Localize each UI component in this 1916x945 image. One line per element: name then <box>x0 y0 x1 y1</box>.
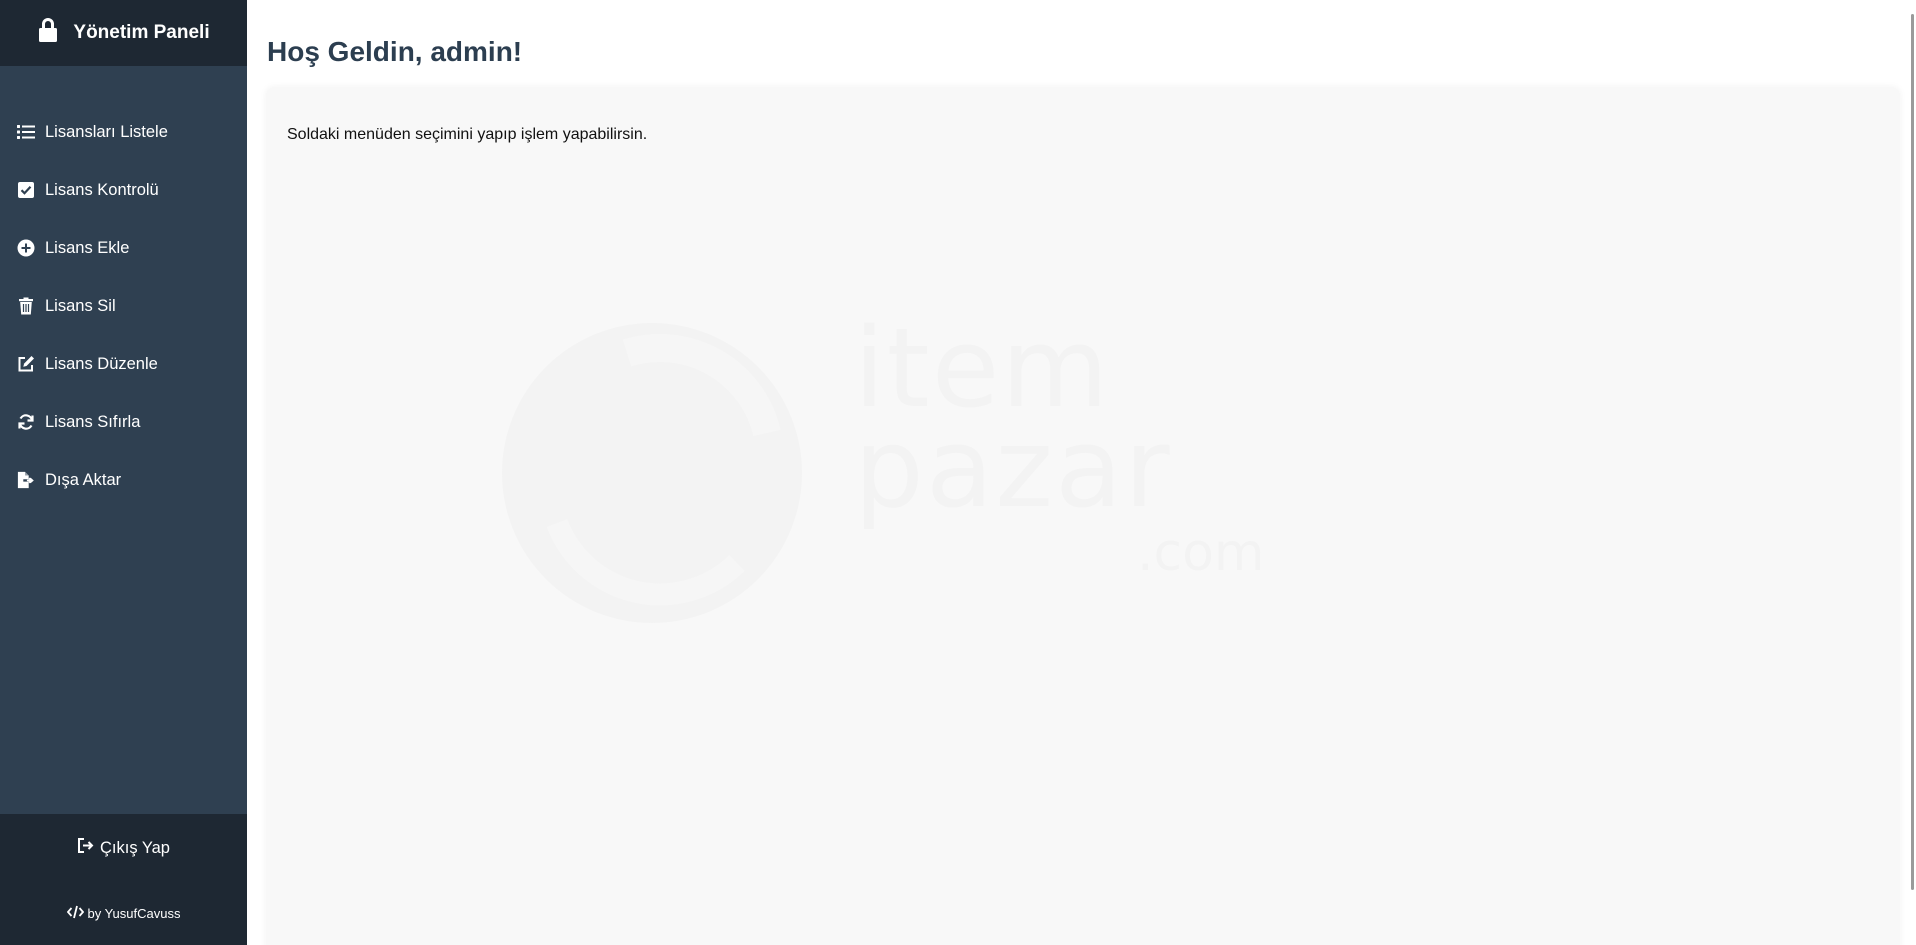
logout-label: Çıkış Yap <box>99 838 170 857</box>
trash-icon <box>16 296 36 316</box>
sidebar-menu: Lisansları Listele Lisans Kontrolü Lisan… <box>0 66 247 509</box>
main-content: Hoş Geldin, admin! Soldaki menüden seçim… <box>247 0 1909 945</box>
intro-text: Soldaki menüden seçimini yapıp işlem yap… <box>287 126 648 143</box>
sidebar-item-label: Lisans Sil <box>45 296 116 315</box>
list-icon <box>16 122 36 142</box>
sidebar: Yönetim Paneli Lisansları Listele Lisans… <box>0 0 247 945</box>
sidebar-item-export[interactable]: Dışa Aktar <box>0 451 247 509</box>
sidebar-item-edit-license[interactable]: Lisans Düzenle <box>0 335 247 393</box>
watermark-line-1: item <box>854 304 1111 432</box>
sidebar-item-reset-license[interactable]: Lisans Sıfırla <box>0 393 247 451</box>
watermark-logo: item pazar .com <box>497 304 1265 643</box>
check-square-icon <box>16 180 36 200</box>
page-title: Hoş Geldin, admin! <box>267 36 523 67</box>
sidebar-item-add-license[interactable]: Lisans Ekle <box>0 219 247 277</box>
sidebar-item-label: Lisans Düzenle <box>45 354 158 373</box>
sidebar-header: Yönetim Paneli <box>0 0 247 66</box>
lock-icon <box>37 17 59 49</box>
page-scrollbar[interactable] <box>1909 0 1916 945</box>
plus-circle-icon <box>16 238 36 258</box>
sidebar-item-label: Lisans Kontrolü <box>45 180 159 199</box>
credit-text: by YusufCavuss <box>87 906 181 921</box>
sign-out-icon <box>77 837 94 859</box>
sidebar-footer: Çıkış Yap by YusufCavuss <box>0 814 247 945</box>
sidebar-title: Yönetim Paneli <box>73 22 210 43</box>
file-export-icon <box>16 470 36 490</box>
logout-button[interactable]: Çıkış Yap <box>0 837 247 859</box>
credit: by YusufCavuss <box>0 905 247 922</box>
watermark-suffix: .com <box>1137 523 1265 583</box>
watermark-emblem-icon <box>502 323 802 623</box>
scrollbar-thumb[interactable] <box>1911 14 1914 890</box>
sidebar-item-label: Lisans Sıfırla <box>45 412 141 431</box>
sidebar-item-label: Dışa Aktar <box>45 470 122 489</box>
watermark-text: item pazar <box>854 304 1172 532</box>
edit-icon <box>16 354 36 374</box>
sidebar-item-license-check[interactable]: Lisans Kontrolü <box>0 161 247 219</box>
refresh-icon <box>16 412 36 432</box>
sidebar-item-list-licenses[interactable]: Lisansları Listele <box>0 103 247 161</box>
sidebar-item-label: Lisansları Listele <box>45 122 168 141</box>
content-card: Soldaki menüden seçimini yapıp işlem yap… <box>267 88 1899 945</box>
code-icon <box>66 905 84 922</box>
sidebar-item-label: Lisans Ekle <box>45 238 130 257</box>
watermark-line-2: pazar <box>854 404 1172 532</box>
sidebar-item-delete-license[interactable]: Lisans Sil <box>0 277 247 335</box>
